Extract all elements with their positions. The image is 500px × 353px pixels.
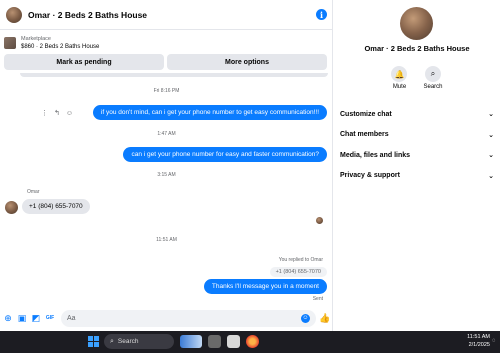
incoming-message[interactable]: +1 (804) 655-7070: [22, 199, 90, 214]
details-menu: Customize chat ⌄ Chat members ⌄ Media, f…: [334, 104, 500, 186]
chevron-down-icon: ⌄: [488, 131, 494, 139]
chevron-down-icon: ⌄: [488, 111, 494, 119]
timestamp: 11:51 AM: [156, 237, 177, 243]
mute-button[interactable]: 🔔 Mute: [391, 66, 408, 90]
system-clock[interactable]: 11:51 AM 2/1/2025: [467, 334, 490, 349]
bell-icon: 🔔: [391, 66, 408, 82]
widgets-icon[interactable]: [180, 335, 202, 348]
outgoing-message[interactable]: can i get your phone number for easy and…: [123, 147, 327, 162]
contact-profile-photo[interactable]: [400, 7, 433, 40]
menu-label: Media, files and links: [340, 151, 411, 159]
reply-icon[interactable]: ↰: [54, 109, 60, 117]
message-input-placeholder: Aa: [67, 314, 76, 322]
firefox-icon[interactable]: [246, 335, 259, 348]
marketplace-banner: Marketplace $860 · 2 Beds 2 Baths House …: [0, 31, 333, 73]
sticker-icon[interactable]: ◩: [31, 313, 41, 323]
sender-name: Omar: [27, 189, 40, 195]
taskbar-apps: [180, 335, 259, 348]
timestamp: 3:15 AM: [157, 172, 176, 178]
search-label: Search: [423, 84, 443, 90]
listing-title[interactable]: $860 · 2 Beds 2 Baths House: [21, 43, 99, 51]
clock-time: 11:51 AM: [467, 334, 490, 340]
chevron-down-icon: ⌄: [488, 172, 494, 180]
more-icon[interactable]: ⋮: [41, 109, 48, 117]
listing-thumbnail[interactable]: [4, 37, 16, 49]
menu-media-files-links[interactable]: Media, files and links ⌄: [334, 145, 500, 166]
windows-taskbar: ⌕ Search 11:51 AM 2/1/2025 ◌: [0, 331, 500, 353]
menu-label: Privacy & support: [340, 172, 400, 180]
menu-privacy-support[interactable]: Privacy & support ⌄: [334, 166, 500, 187]
previous-message-edge: [20, 73, 328, 77]
timestamp: 1:47 AM: [157, 131, 176, 137]
emoji-icon[interactable]: ☺: [301, 313, 310, 323]
message-input[interactable]: Aa ☺: [61, 309, 316, 327]
timestamp: Fri 8:16 PM: [153, 88, 180, 94]
messenger-window: Omar · 2 Beds 2 Baths House i Marketplac…: [0, 0, 500, 331]
taskbar-search-label: Search: [117, 338, 139, 345]
contact-avatar[interactable]: [6, 6, 22, 23]
more-options-button[interactable]: More options: [167, 54, 327, 70]
info-icon[interactable]: i: [316, 9, 327, 20]
chat-header: Omar · 2 Beds 2 Baths House i: [0, 0, 333, 30]
composer: ⊕ ▣ ◩ GIF Aa ☺ 👍: [0, 305, 333, 331]
clock-date: 2/1/2025: [468, 341, 490, 348]
quoted-message[interactable]: +1 (804) 655-7070: [269, 267, 327, 277]
menu-label: Customize chat: [340, 110, 392, 118]
search-icon: ⌕: [110, 337, 114, 345]
react-icon[interactable]: ☺: [66, 110, 73, 117]
sender-avatar[interactable]: [5, 201, 18, 214]
mute-label: Mute: [392, 84, 407, 90]
search-icon: ⌕: [424, 66, 441, 82]
gif-icon[interactable]: GIF: [45, 313, 55, 323]
windows-start-icon[interactable]: [88, 336, 99, 347]
message-status: Sent: [312, 296, 323, 302]
taskbar-search[interactable]: ⌕ Search: [104, 334, 174, 349]
message-actions: ⋮ ↰ ☺: [41, 109, 73, 118]
add-icon[interactable]: ⊕: [3, 313, 13, 323]
task-view-icon[interactable]: [208, 335, 221, 348]
replied-to-label: You replied to Omar: [278, 257, 323, 263]
conversation-details-pane: Omar · 2 Beds 2 Baths House 🔔 Mute ⌕ Sea…: [334, 0, 500, 331]
contact-name: Omar · 2 Beds 2 Baths House: [364, 44, 470, 53]
marketplace-label: Marketplace: [21, 36, 51, 42]
notification-icon[interactable]: ◌: [492, 338, 498, 344]
outgoing-message[interactable]: Thanks I'll message you in a moment: [203, 279, 327, 294]
menu-customize-chat[interactable]: Customize chat ⌄: [334, 104, 500, 125]
file-explorer-icon[interactable]: [227, 335, 240, 348]
seen-avatar: [316, 217, 323, 224]
outgoing-message[interactable]: if you don't mind, can i get your phone …: [92, 105, 327, 120]
photo-icon[interactable]: ▣: [17, 313, 27, 323]
search-button[interactable]: ⌕ Search: [423, 66, 443, 90]
menu-chat-members[interactable]: Chat members ⌄: [334, 125, 500, 146]
chat-pane: Omar · 2 Beds 2 Baths House i Marketplac…: [0, 0, 333, 331]
message-list[interactable]: Fri 8:16 PM ⋮ ↰ ☺ if you don't mind, can…: [0, 73, 333, 305]
menu-label: Chat members: [340, 131, 389, 139]
mark-as-pending-button[interactable]: Mark as pending: [4, 54, 164, 70]
like-icon[interactable]: 👍: [319, 313, 330, 323]
chevron-down-icon: ⌄: [488, 152, 494, 160]
chat-title[interactable]: Omar · 2 Beds 2 Baths House: [28, 10, 147, 20]
